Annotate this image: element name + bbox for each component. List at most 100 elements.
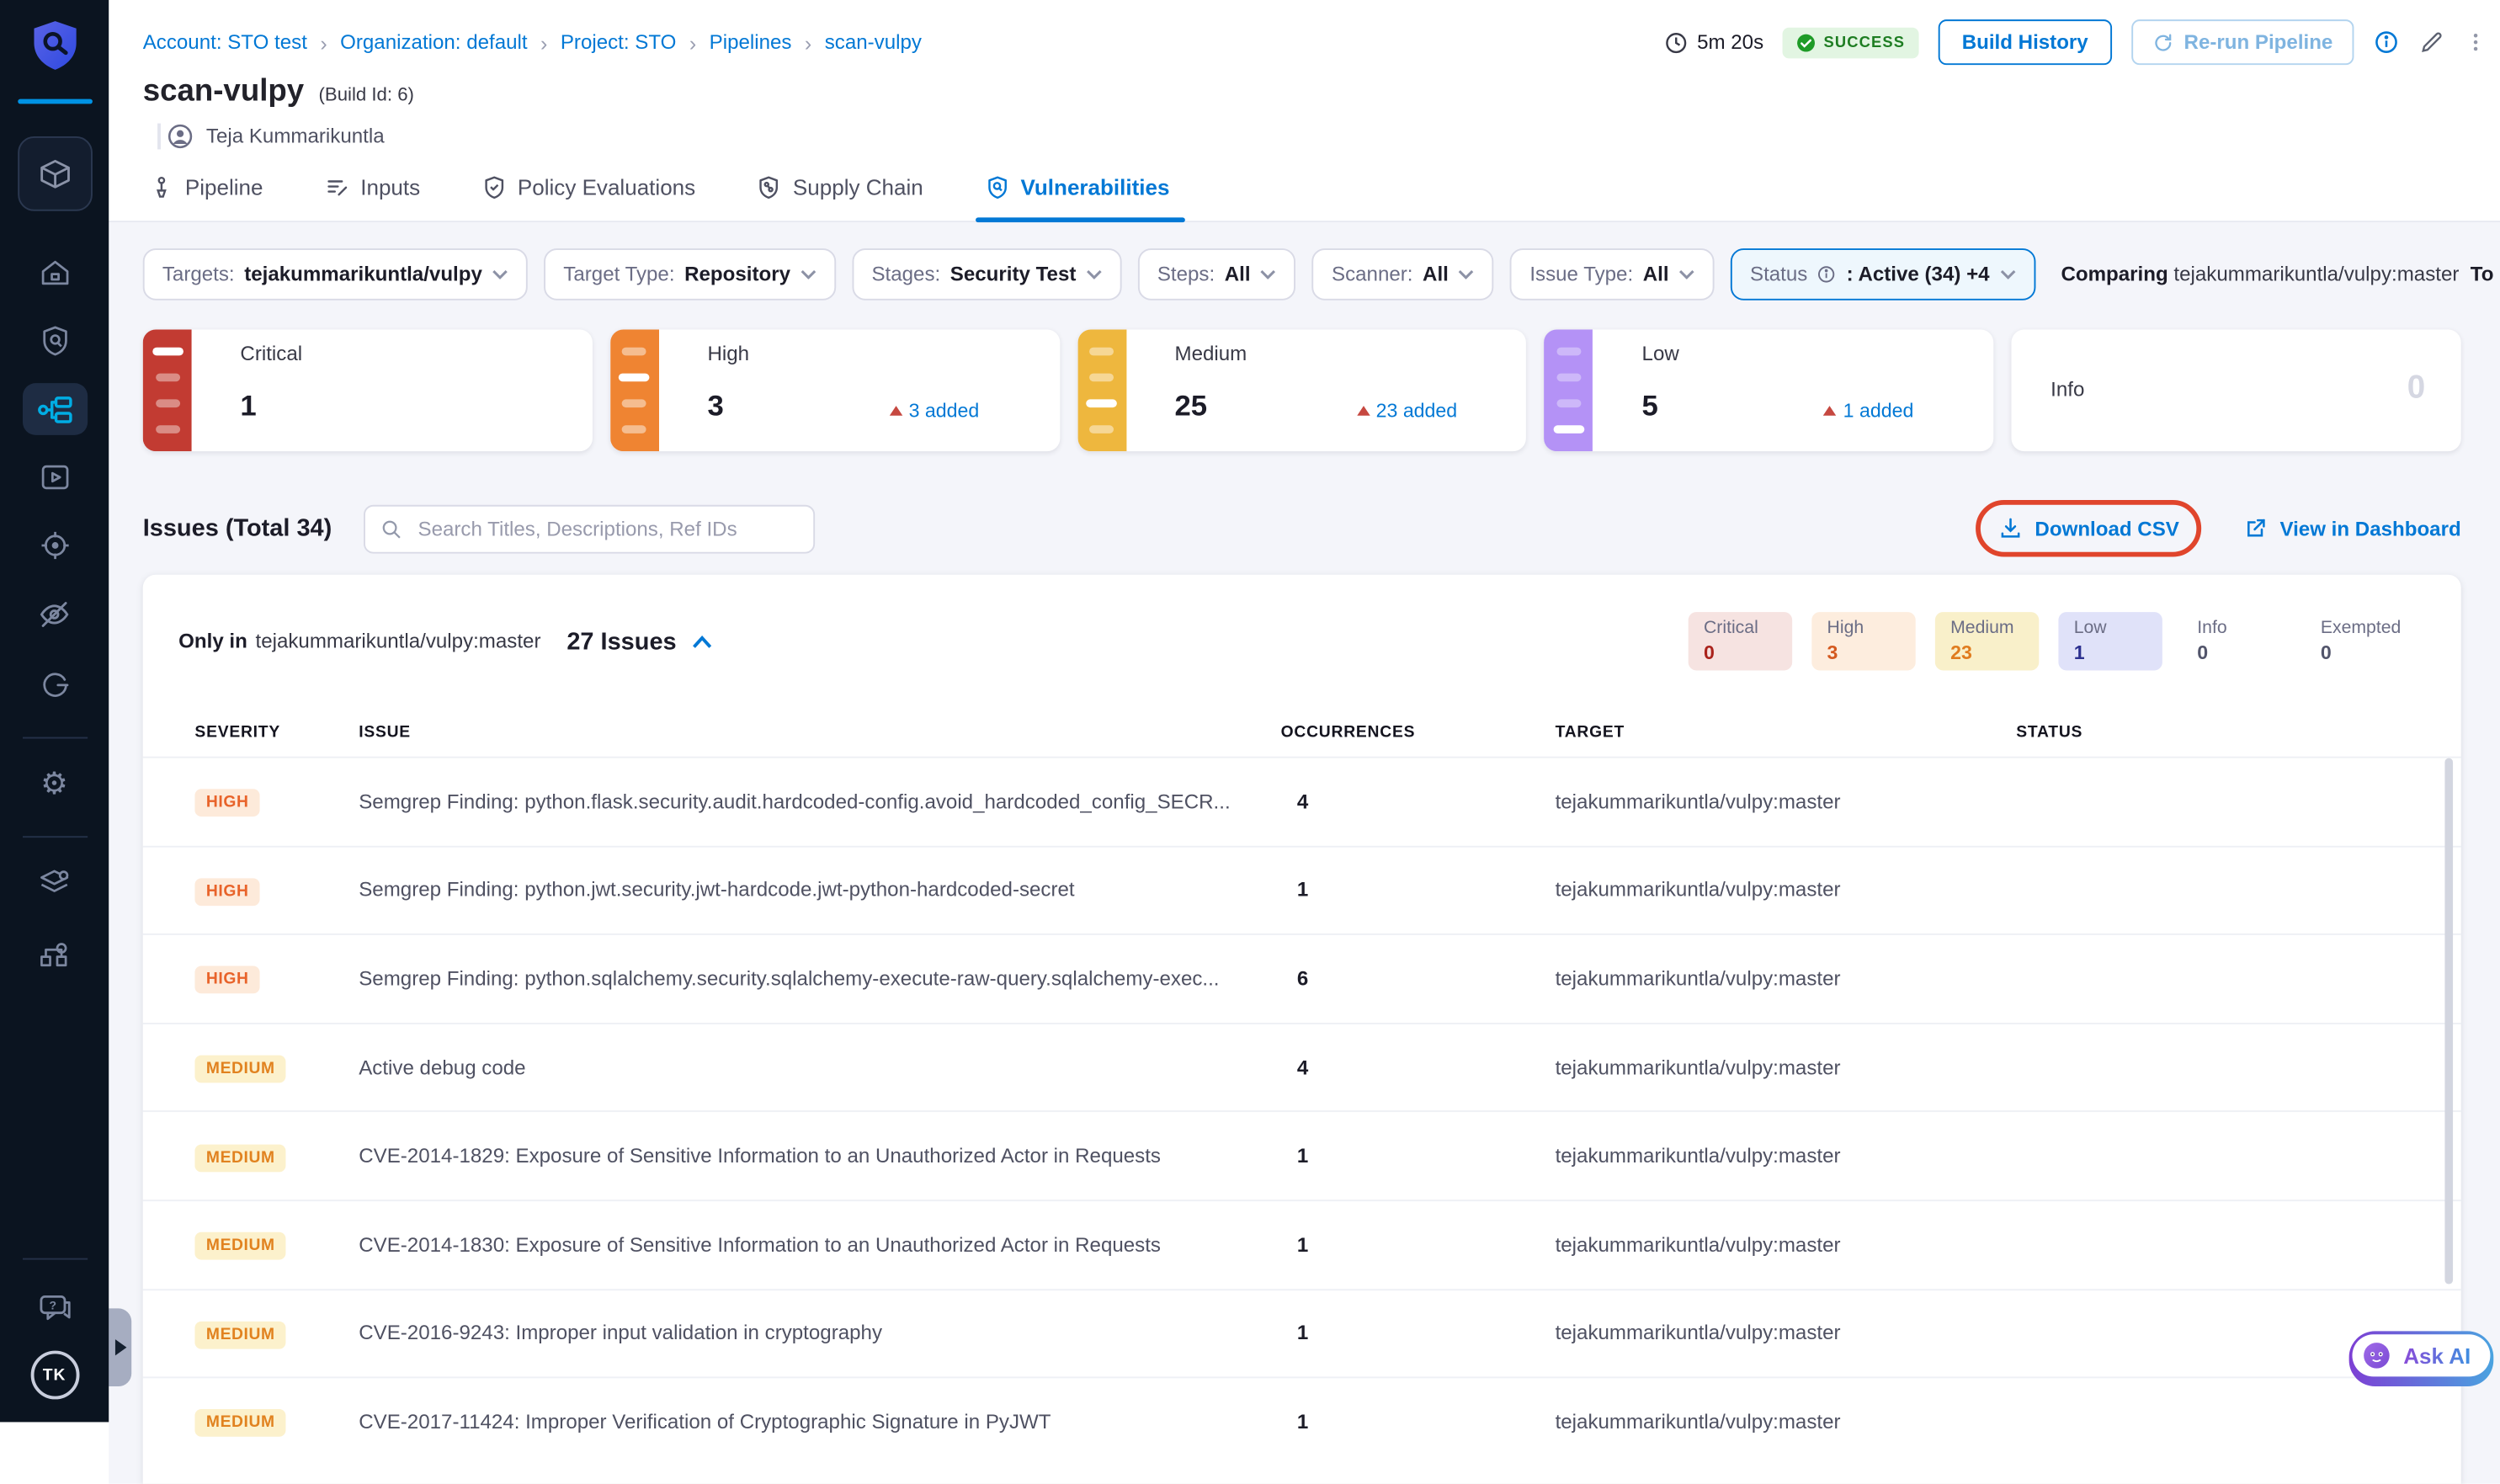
occurrences: 1 bbox=[1281, 1411, 1556, 1433]
build-history-button[interactable]: Build History bbox=[1938, 19, 2113, 65]
pipelines-icon[interactable] bbox=[22, 383, 87, 435]
card-info: Info 0 bbox=[2012, 329, 2461, 451]
chevron-right-icon bbox=[805, 30, 811, 55]
sto-logo-icon[interactable] bbox=[29, 19, 81, 82]
chip-info[interactable]: Info0 bbox=[2183, 612, 2286, 670]
check-circle-icon bbox=[1796, 32, 1817, 53]
severity-meter-icon bbox=[610, 329, 659, 451]
svg-text:?: ? bbox=[49, 1298, 56, 1311]
tab-policy-evaluations[interactable]: Policy Evaluations bbox=[479, 159, 699, 221]
severity-badge: MEDIUM bbox=[194, 1410, 286, 1438]
chip-high[interactable]: High3 bbox=[1812, 612, 1916, 670]
severity-cards: Critical 1 High 3 3 added Medium 25 23 a… bbox=[143, 329, 2461, 451]
occurrences: 1 bbox=[1281, 879, 1556, 902]
tab-pipeline[interactable]: Pipeline bbox=[146, 159, 267, 221]
shield-chain-icon bbox=[757, 175, 781, 199]
breadcrumb-account[interactable]: Account: STO test bbox=[143, 31, 307, 54]
top-bar: Account: STO test Organization: default … bbox=[109, 0, 2500, 65]
build-duration: 5m 20s bbox=[1665, 30, 1764, 55]
high-count: 3 bbox=[707, 390, 723, 423]
shield-search-icon bbox=[985, 175, 1009, 199]
overview-shield-icon[interactable] bbox=[22, 315, 87, 367]
filter-issue-type[interactable]: Issue Type:All bbox=[1510, 248, 1714, 301]
ask-ai-button[interactable]: Ask AI bbox=[2350, 1331, 2494, 1386]
severity-badge: MEDIUM bbox=[194, 1056, 286, 1083]
info-count: 0 bbox=[2407, 370, 2425, 407]
breadcrumb-project[interactable]: Project: STO bbox=[561, 31, 677, 54]
settings-gear-icon[interactable]: ⚙ bbox=[22, 758, 87, 811]
table-row[interactable]: MEDIUM CVE-2014-1829: Exposure of Sensit… bbox=[143, 1111, 2461, 1199]
issue-title: Semgrep Finding: python.flask.security.a… bbox=[359, 790, 1280, 813]
edit-pencil-icon[interactable] bbox=[2419, 29, 2445, 56]
kebab-menu-icon[interactable] bbox=[2465, 29, 2487, 56]
inputs-icon bbox=[325, 175, 349, 199]
filter-targets[interactable]: Targets:tejakummarikuntla/vulpy bbox=[143, 248, 528, 301]
card-medium: Medium 25 23 added bbox=[1077, 329, 1527, 451]
layers-gear-icon[interactable] bbox=[22, 857, 87, 909]
vulnerabilities-content: Targets:tejakummarikuntla/vulpy Target T… bbox=[109, 222, 2500, 1483]
high-added-link[interactable]: 3 added bbox=[889, 399, 979, 422]
tab-supply-chain[interactable]: Supply Chain bbox=[754, 159, 927, 221]
low-added-link[interactable]: 1 added bbox=[1824, 399, 1914, 422]
collapse-chevron-icon[interactable] bbox=[691, 634, 712, 648]
group-row: Only in tejakummarikuntla/vulpy:master 2… bbox=[143, 575, 2461, 708]
chip-low[interactable]: Low1 bbox=[2059, 612, 2162, 670]
chip-exempted[interactable]: Exempted0 bbox=[2306, 612, 2415, 670]
tab-vulnerabilities[interactable]: Vulnerabilities bbox=[981, 159, 1173, 221]
group-target: tejakummarikuntla/vulpy:master bbox=[256, 630, 541, 652]
medium-count: 25 bbox=[1175, 390, 1208, 423]
table-row[interactable]: MEDIUM CVE-2017-11424: Improper Verifica… bbox=[143, 1377, 2461, 1465]
severity-badge: MEDIUM bbox=[194, 1322, 286, 1349]
filter-status[interactable]: Status : Active (34) +4 bbox=[1731, 248, 2035, 301]
module-switcher-button[interactable] bbox=[17, 136, 92, 211]
target: tejakummarikuntla/vulpy:master bbox=[1556, 1145, 2017, 1168]
filter-target-type[interactable]: Target Type:Repository bbox=[544, 248, 836, 301]
occurrences: 1 bbox=[1281, 1233, 1556, 1256]
breadcrumb-pipelines[interactable]: Pipelines bbox=[710, 31, 792, 54]
table-row[interactable]: MEDIUM CVE-2016-9243: Improper input val… bbox=[143, 1288, 2461, 1376]
breadcrumb-current[interactable]: scan-vulpy bbox=[825, 31, 922, 54]
occurrences: 4 bbox=[1281, 790, 1556, 813]
filter-stages[interactable]: Stages:Security Test bbox=[852, 248, 1121, 301]
issue-title: Semgrep Finding: python.sqlalchemy.secur… bbox=[359, 967, 1280, 990]
table-row[interactable]: MEDIUM Active debug code 4 tejakummariku… bbox=[143, 1023, 2461, 1111]
table-row[interactable]: HIGH Semgrep Finding: python.jwt.securit… bbox=[143, 845, 2461, 933]
app-root: ⚙ ? TK Account: STO test O bbox=[0, 0, 2500, 1422]
issue-title: Active debug code bbox=[359, 1056, 1280, 1079]
card-high: High 3 3 added bbox=[610, 329, 1060, 451]
eye-off-icon[interactable] bbox=[22, 588, 87, 640]
filter-scanner[interactable]: Scanner:All bbox=[1312, 248, 1494, 301]
help-chat-icon[interactable]: ? bbox=[22, 1283, 87, 1335]
scrollbar[interactable] bbox=[2444, 758, 2453, 1285]
tab-inputs[interactable]: Inputs bbox=[322, 159, 423, 221]
page-title: scan-vulpy bbox=[143, 75, 304, 110]
user-avatar[interactable]: TK bbox=[30, 1351, 79, 1400]
home-icon[interactable] bbox=[22, 247, 87, 299]
search-input[interactable] bbox=[415, 515, 800, 541]
download-csv-button[interactable]: Download CSV bbox=[1999, 516, 2179, 540]
chip-critical[interactable]: Critical0 bbox=[1689, 612, 1793, 670]
sidebar-expand-handle[interactable] bbox=[109, 1308, 131, 1386]
breadcrumb-org[interactable]: Organization: default bbox=[340, 31, 527, 54]
card-low: Low 5 1 added bbox=[1545, 329, 1994, 451]
targets-icon[interactable] bbox=[22, 519, 87, 572]
chip-medium[interactable]: Medium23 bbox=[1936, 612, 2040, 670]
issues-title: Issues (Total 34) bbox=[143, 514, 332, 542]
info-icon[interactable] bbox=[2374, 29, 2400, 56]
getting-started-icon[interactable] bbox=[22, 659, 87, 711]
target: tejakummarikuntla/vulpy:master bbox=[1556, 1233, 2017, 1256]
up-triangle-icon bbox=[1357, 406, 1370, 416]
table-row[interactable]: HIGH Semgrep Finding: python.flask.secur… bbox=[143, 757, 2461, 845]
rerun-pipeline-button[interactable]: Re-run Pipeline bbox=[2132, 19, 2354, 65]
view-in-dashboard-button[interactable]: View in Dashboard bbox=[2244, 516, 2461, 540]
severity-badge: HIGH bbox=[194, 790, 260, 817]
table-row[interactable]: HIGH Semgrep Finding: python.sqlalchemy.… bbox=[143, 933, 2461, 1022]
target: tejakummarikuntla/vulpy:master bbox=[1556, 967, 2017, 990]
medium-added-link[interactable]: 23 added bbox=[1357, 399, 1458, 422]
table-row[interactable]: MEDIUM CVE-2014-1830: Exposure of Sensit… bbox=[143, 1199, 2461, 1288]
issue-title: CVE-2017-11424: Improper Verification of… bbox=[359, 1411, 1280, 1433]
org-gear-icon[interactable] bbox=[22, 928, 87, 981]
up-triangle-icon bbox=[1824, 406, 1837, 416]
filter-steps[interactable]: Steps:All bbox=[1138, 248, 1296, 301]
executions-icon[interactable] bbox=[22, 451, 87, 503]
